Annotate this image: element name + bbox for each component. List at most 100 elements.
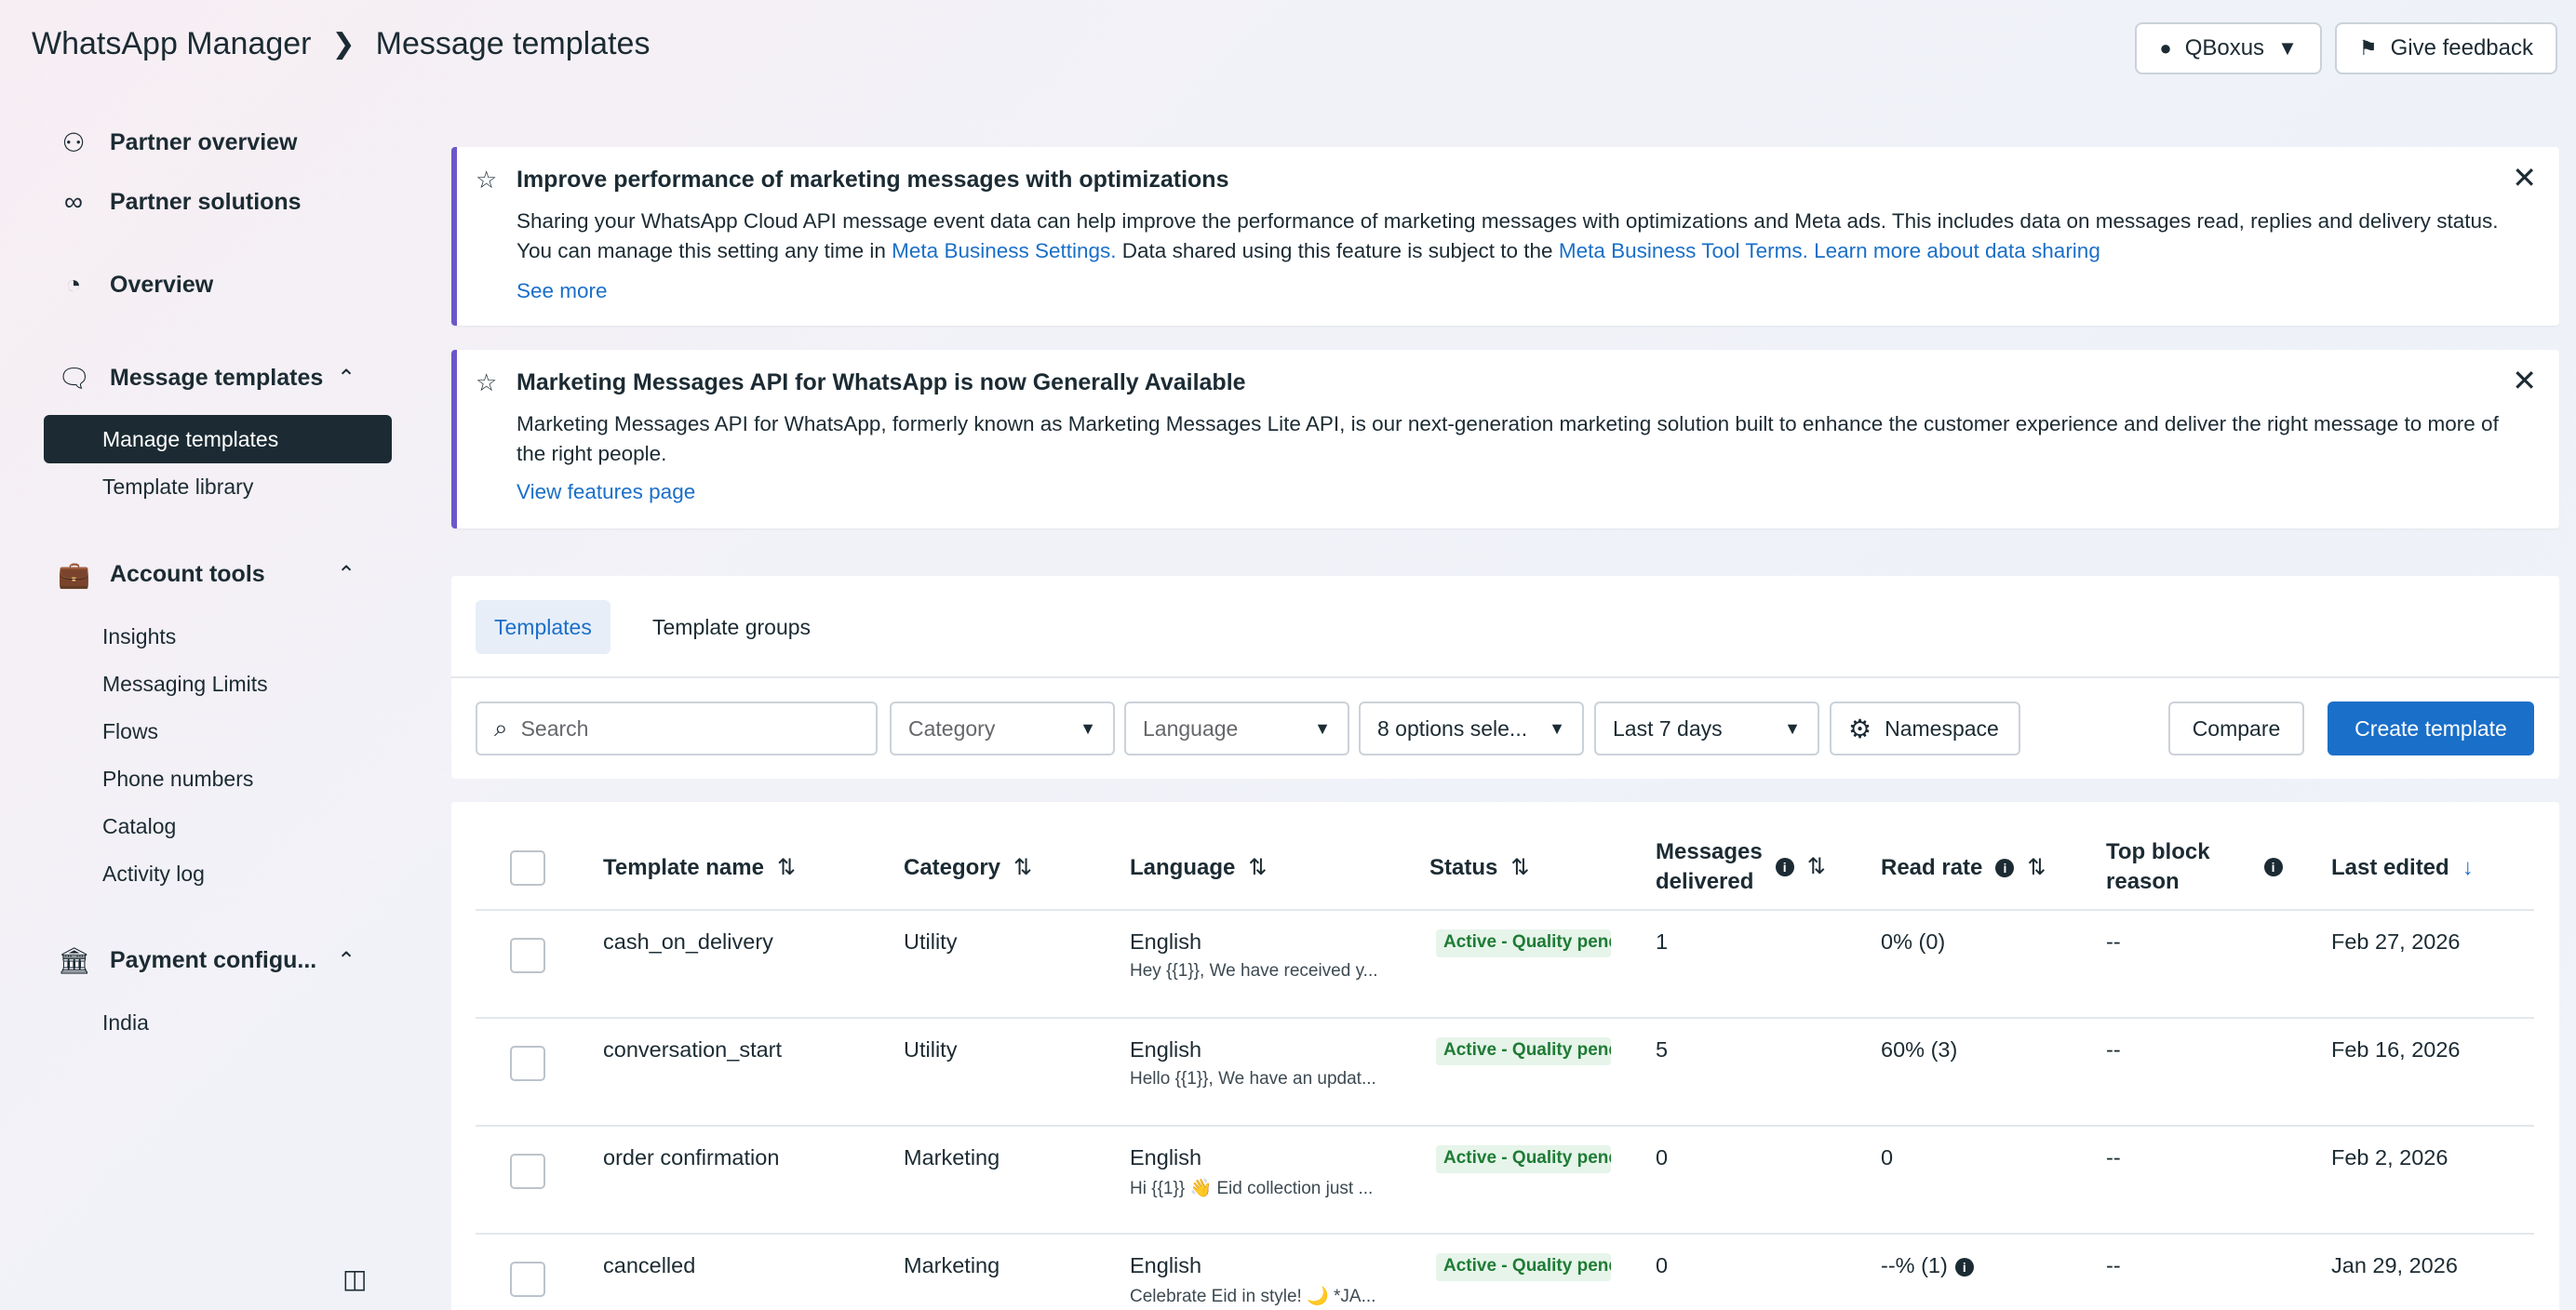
last-edited: Feb 16, 2026 xyxy=(2331,1037,2461,1062)
row-checkbox[interactable] xyxy=(510,1154,545,1189)
column-header-top-block-reason: Top block reason i xyxy=(2106,837,2283,897)
link-icon: ∞ xyxy=(64,187,83,216)
sidebar-item-label: Payment configu... xyxy=(110,947,317,973)
template-name[interactable]: conversation_start xyxy=(603,1037,782,1063)
sidebar-item-overview[interactable]: ◔ Overview xyxy=(58,270,214,300)
sidebar-item-template-library[interactable]: Template library xyxy=(102,475,253,500)
sidebar-item-partner-solutions[interactable]: ∞ Partner solutions xyxy=(58,187,302,217)
info-icon[interactable]: i xyxy=(1995,859,2015,877)
column-header-category[interactable]: Category ⇅ xyxy=(904,853,1032,883)
template-name[interactable]: cancelled xyxy=(603,1253,695,1278)
see-more-link[interactable]: See more xyxy=(517,279,608,303)
give-feedback-button[interactable]: ⚑ Give feedback xyxy=(2334,22,2557,74)
last-edited: Jan 29, 2026 xyxy=(2331,1253,2458,1277)
select-all-checkbox[interactable] xyxy=(510,850,545,886)
caret-down-icon: ▼ xyxy=(1080,718,1096,738)
column-header-status[interactable]: Status ⇅ xyxy=(1429,853,1529,883)
sidebar-item-india[interactable]: India xyxy=(102,1010,149,1036)
column-label-line: delivered xyxy=(1656,869,1754,894)
close-icon[interactable]: ✕ xyxy=(2512,363,2537,398)
sort-icon[interactable]: ⇅ xyxy=(777,853,796,883)
table-row[interactable]: order confirmation Marketing English Hi … xyxy=(451,1127,2559,1235)
optimizations-banner: ☆ Improve performance of marketing messa… xyxy=(451,147,2559,326)
column-header-messages-delivered[interactable]: Messages delivered i ⇅ xyxy=(1656,837,1826,897)
language-select-value: Language xyxy=(1143,715,1239,741)
sidebar-item-label: Overview xyxy=(110,271,214,298)
top-block-reason: -- xyxy=(2106,1145,2121,1170)
sidebar-item-phone-numbers[interactable]: Phone numbers xyxy=(102,767,253,792)
briefcase-icon: 💼 xyxy=(58,560,90,589)
row-checkbox[interactable] xyxy=(510,938,545,973)
last-edited: Feb 2, 2026 xyxy=(2331,1145,2449,1170)
feedback-icon: ⚑ xyxy=(2358,36,2378,60)
tab-template-groups[interactable]: Template groups xyxy=(634,600,829,654)
learn-more-link[interactable]: Learn more about data sharing xyxy=(1808,239,2100,262)
sidebar-item-flows[interactable]: Flows xyxy=(102,719,158,744)
feedback-label: Give feedback xyxy=(2390,35,2533,60)
meta-business-settings-link[interactable]: Meta Business Settings. xyxy=(892,239,1116,262)
sidebar-item-insights[interactable]: Insights xyxy=(102,624,176,649)
column-label: Read rate xyxy=(1881,855,1983,880)
close-icon[interactable]: ✕ xyxy=(2512,160,2537,195)
read-rate: 0% (0) xyxy=(1881,929,1946,954)
column-header-last-edited[interactable]: Last edited ↓ xyxy=(2331,853,2474,883)
sort-icon[interactable]: ⇅ xyxy=(2027,853,2046,883)
info-icon[interactable]: i xyxy=(1775,858,1794,876)
table-row[interactable]: cancelled Marketing English Celebrate Ei… xyxy=(451,1235,2559,1310)
template-name[interactable]: cash_on_delivery xyxy=(603,929,773,955)
sidebar-section-message-templates[interactable]: 🗨 Message templates ⌃ xyxy=(58,363,356,394)
breadcrumb-app[interactable]: WhatsApp Manager xyxy=(32,26,312,62)
template-language: English xyxy=(1130,1253,1202,1277)
namespace-button[interactable]: ⚙ Namespace xyxy=(1830,702,2020,755)
template-category: Utility xyxy=(904,929,958,954)
sort-icon[interactable]: ⇅ xyxy=(1013,853,1032,883)
sidebar-item-messaging-limits[interactable]: Messaging Limits xyxy=(102,672,268,697)
sidebar-section-account-tools[interactable]: 💼 Account tools ⌃ xyxy=(58,559,356,590)
table-row[interactable]: conversation_start Utility English Hello… xyxy=(451,1019,2559,1127)
compare-button[interactable]: Compare xyxy=(2168,702,2304,755)
top-block-reason: -- xyxy=(2106,1037,2121,1062)
read-rate-value: --% (1) xyxy=(1881,1253,1948,1277)
caret-down-icon: ▼ xyxy=(1549,718,1565,738)
template-category: Utility xyxy=(904,1037,958,1062)
meta-business-tool-terms-link[interactable]: Meta Business Tool Terms. xyxy=(1559,239,1808,262)
language-select[interactable]: Language ▼ xyxy=(1124,702,1349,755)
sidebar-item-partner-overview[interactable]: ⚇ Partner overview xyxy=(58,127,297,158)
create-template-button[interactable]: Create template xyxy=(2328,702,2534,755)
status-select[interactable]: 8 options sele... ▼ xyxy=(1359,702,1584,755)
sort-icon[interactable]: ⇅ xyxy=(1807,852,1826,882)
arrow-down-icon[interactable]: ↓ xyxy=(2462,853,2474,883)
date-range-select[interactable]: Last 7 days ▼ xyxy=(1594,702,1819,755)
namespace-label: Namespace xyxy=(1885,715,1999,741)
collapse-sidebar-icon[interactable]: ◫ xyxy=(342,1263,367,1294)
row-checkbox[interactable] xyxy=(510,1262,545,1297)
search-input[interactable]: ⌕ Search xyxy=(476,702,878,755)
row-checkbox[interactable] xyxy=(510,1046,545,1081)
page-title: Message templates xyxy=(375,26,651,61)
messages-delivered: 0 xyxy=(1656,1145,1669,1170)
category-select[interactable]: Category ▼ xyxy=(890,702,1115,755)
sort-icon[interactable]: ⇅ xyxy=(1510,853,1529,883)
column-header-read-rate[interactable]: Read rate i ⇅ xyxy=(1881,853,2046,883)
sort-icon[interactable]: ⇅ xyxy=(1248,853,1267,883)
sidebar-item-manage-templates[interactable]: Manage templates xyxy=(44,415,392,463)
column-header-template-name[interactable]: Template name ⇅ xyxy=(603,853,796,883)
sidebar-section-payment-configuration[interactable]: 🏛 Payment configu... ⌃ xyxy=(58,945,356,976)
column-header-language[interactable]: Language ⇅ xyxy=(1130,853,1267,883)
column-label: Template name xyxy=(603,855,764,880)
template-category: Marketing xyxy=(904,1253,1000,1277)
templates-toolbar: Templates Template groups ⌕ Search Categ… xyxy=(451,576,2559,779)
info-icon[interactable]: i xyxy=(2263,858,2283,876)
info-icon[interactable]: i xyxy=(1954,1257,1974,1277)
read-rate: 0 xyxy=(1881,1145,1894,1170)
account-selector[interactable]: ● QBoxus ▼ xyxy=(2135,22,2322,74)
sidebar-item-activity-log[interactable]: Activity log xyxy=(102,862,205,887)
table-row[interactable]: cash_on_delivery Utility English Hey {{1… xyxy=(451,911,2559,1019)
view-features-link[interactable]: View features page xyxy=(517,480,695,504)
gear-icon: ⚙ xyxy=(1848,714,1872,743)
sidebar-item-catalog[interactable]: Catalog xyxy=(102,814,176,839)
template-name[interactable]: order confirmation xyxy=(603,1145,779,1170)
chevron-up-icon: ⌃ xyxy=(337,366,356,391)
tab-templates[interactable]: Templates xyxy=(476,600,610,654)
template-language: English xyxy=(1130,1037,1202,1062)
